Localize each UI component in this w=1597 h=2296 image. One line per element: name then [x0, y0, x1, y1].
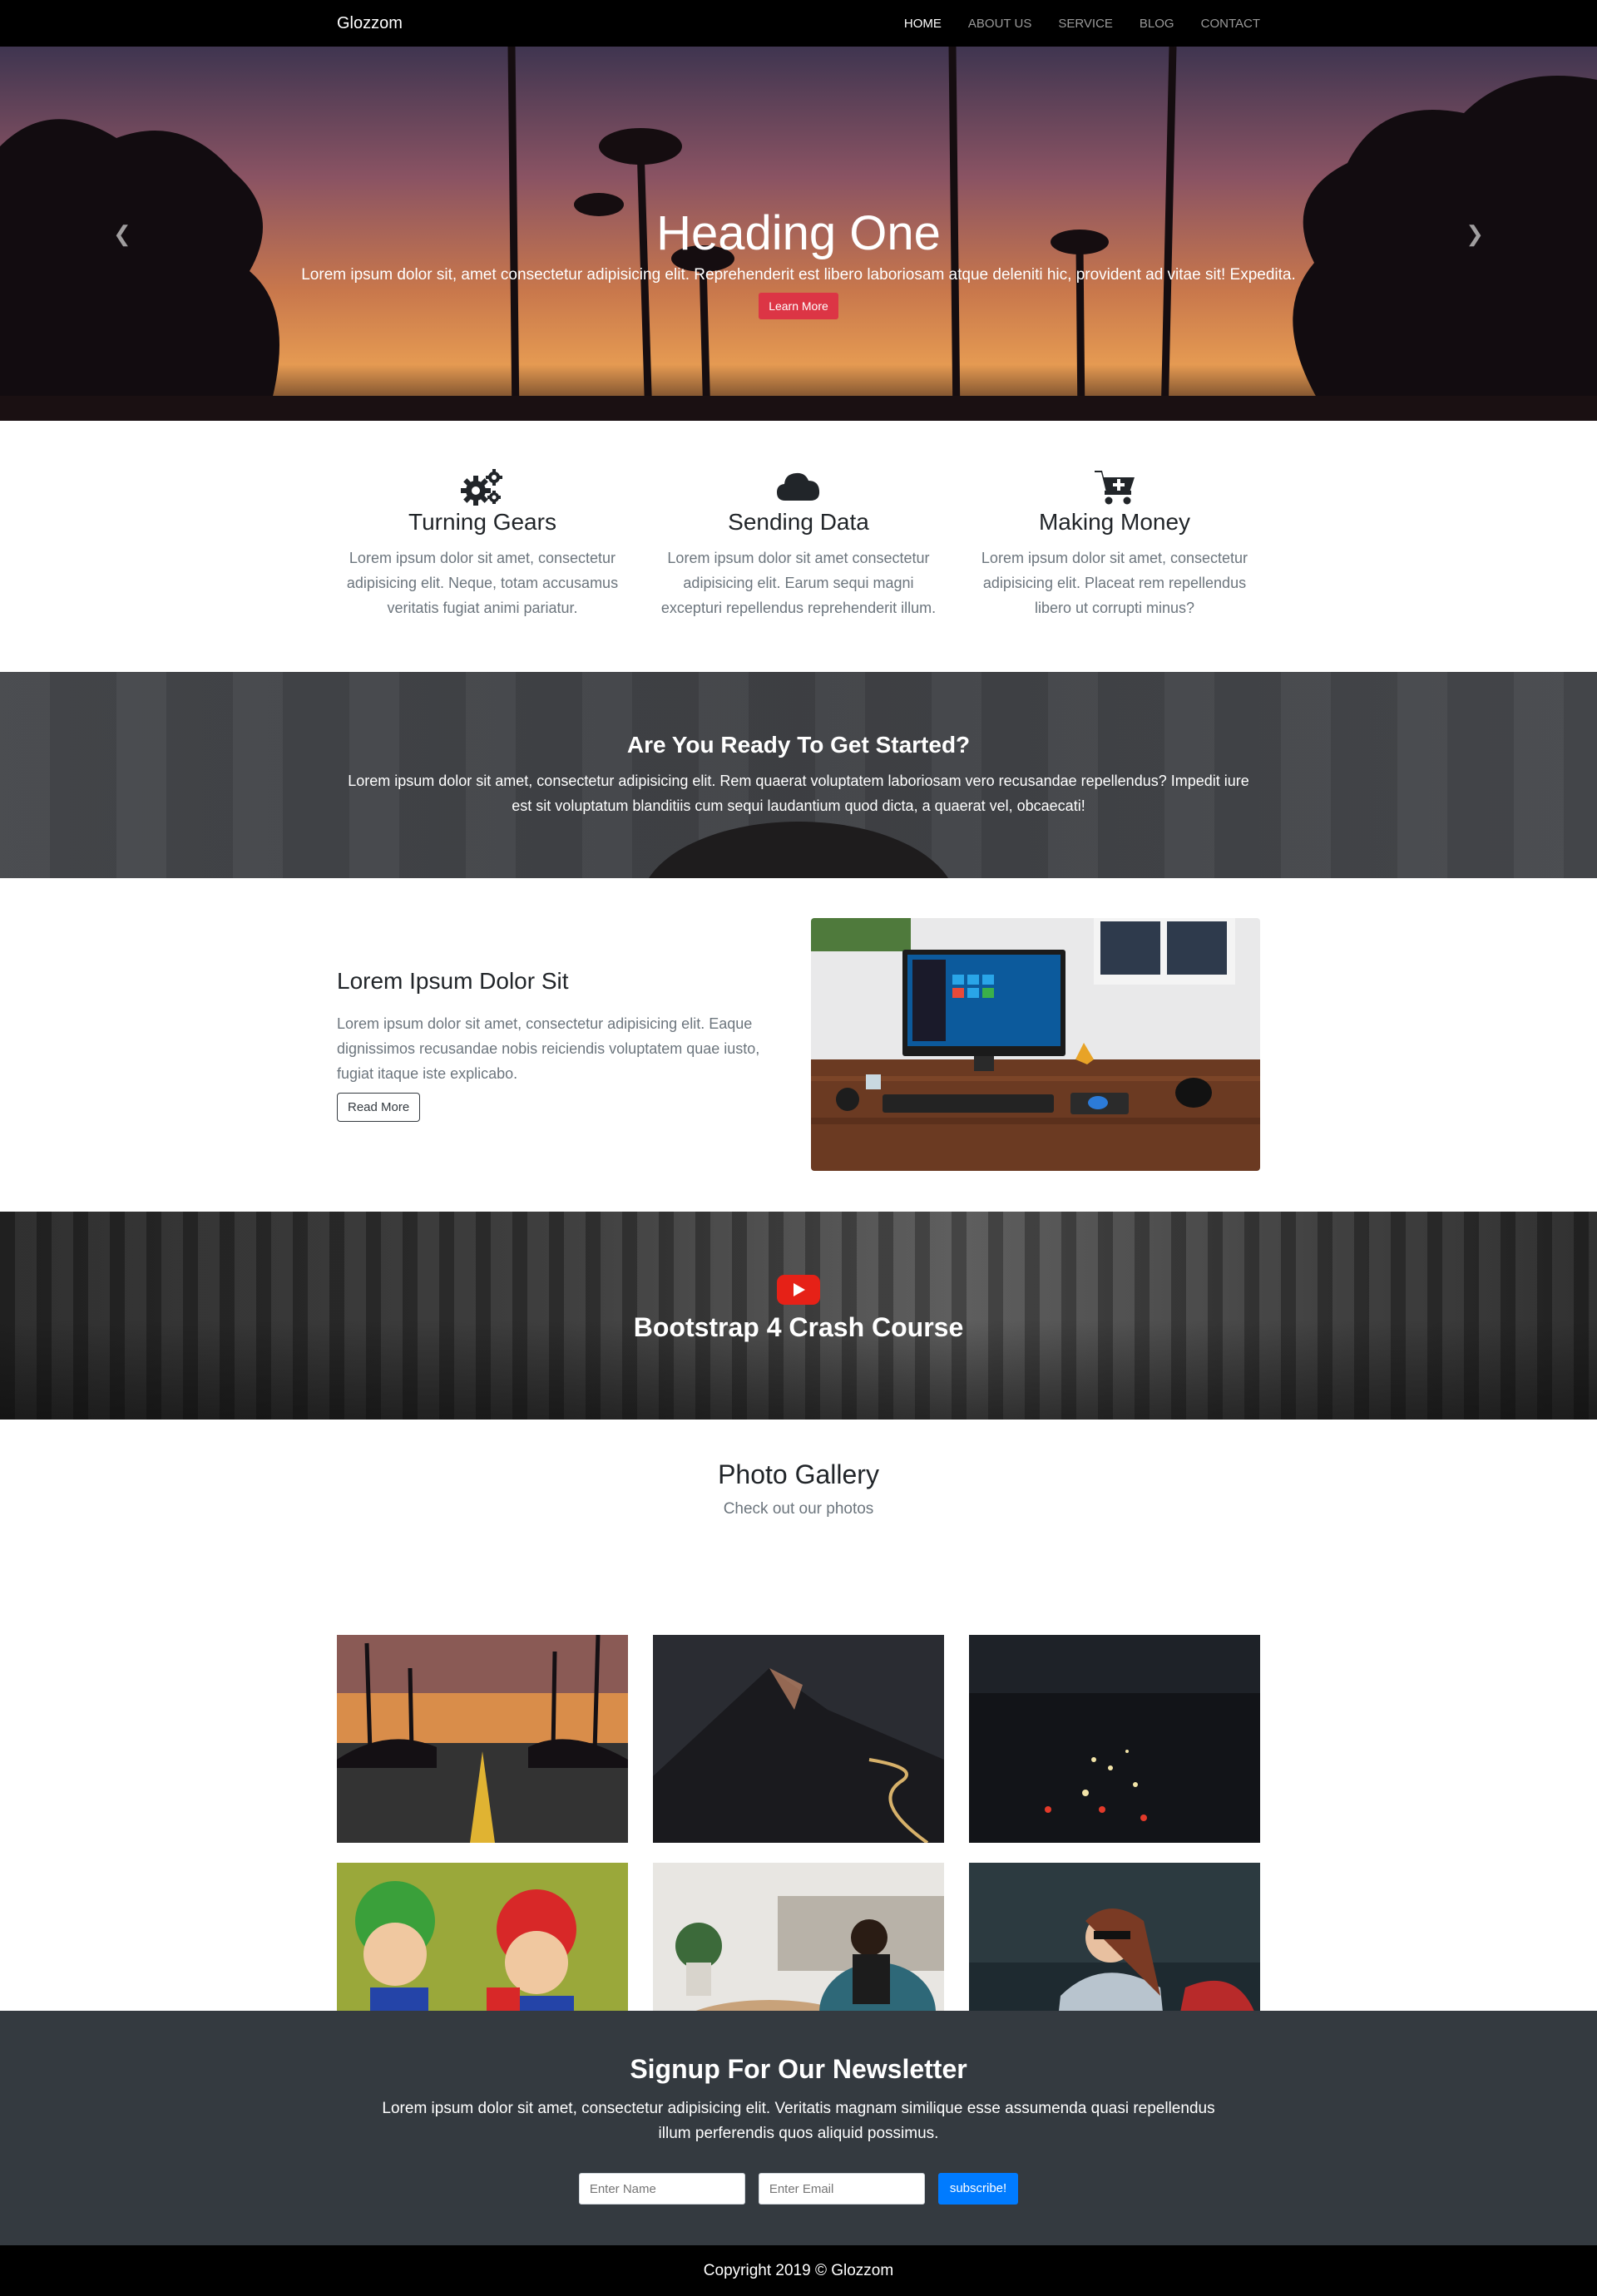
info-section: Lorem Ipsum Dolor Sit Lorem ipsum dolor …	[0, 878, 1597, 1212]
feature-title: Making Money	[1038, 509, 1191, 535]
nav-links: HOME ABOUT US SERVICE BLOG CONTACT	[904, 17, 1260, 31]
brand-logo[interactable]: Glozzom	[337, 14, 403, 33]
newsletter-form: subscribe!	[0, 2173, 1597, 2205]
gears-icon	[337, 467, 628, 509]
photo-gallery-section: Photo Gallery Check out our photos	[0, 1420, 1597, 2071]
video-title: Bootstrap 4 Crash Course	[633, 1312, 964, 1342]
get-started-text: Lorem ipsum dolor sit amet, consectetur …	[348, 773, 1249, 814]
carousel-caption: Heading One Lorem ipsum dolor sit, amet …	[0, 205, 1597, 319]
footer: Copyright 2019 © Glozzom	[0, 2245, 1597, 2296]
feature-text: Lorem ipsum dolor sit amet, consectetur …	[981, 550, 1248, 616]
youtube-play-icon[interactable]	[777, 1275, 820, 1305]
feature-sending-data: Sending Data Lorem ipsum dolor sit amet …	[653, 467, 944, 620]
feature-text: Lorem ipsum dolor sit amet, consectetur …	[346, 550, 619, 616]
subscribe-button[interactable]: subscribe!	[937, 2173, 1019, 2205]
navbar: Glozzom HOME ABOUT US SERVICE BLOG CONTA…	[0, 0, 1597, 47]
nav-contact[interactable]: CONTACT	[1201, 17, 1260, 31]
info-text-block: Lorem Ipsum Dolor Sit Lorem ipsum dolor …	[337, 968, 778, 1122]
get-started-title: Are You Ready To Get Started?	[626, 732, 971, 758]
video-section: Bootstrap 4 Crash Course	[0, 1212, 1597, 1420]
gallery-subtitle: Check out our photos	[723, 1500, 874, 1518]
learn-more-button[interactable]: Learn More	[759, 292, 838, 319]
copyright-text: Copyright 2019 © Glozzom	[703, 2262, 894, 2279]
gallery-image-road-sunset[interactable]	[337, 1635, 628, 1843]
info-text: Lorem ipsum dolor sit amet, consectetur …	[337, 1015, 760, 1082]
newsletter-text: Lorem ipsum dolor sit amet, consectetur …	[382, 2100, 1215, 2142]
hero-text: Lorem ipsum dolor sit, amet consectetur …	[301, 265, 1296, 284]
cart-plus-icon	[969, 467, 1260, 509]
read-more-button[interactable]: Read More	[337, 1093, 421, 1122]
nav-service[interactable]: SERVICE	[1058, 17, 1113, 31]
gallery-title: Photo Gallery	[718, 1459, 879, 1489]
feature-title: Turning Gears	[408, 509, 556, 535]
newsletter-title: Signup For Our Newsletter	[630, 2054, 967, 2084]
gallery-image-mountain-road[interactable]	[653, 1635, 944, 1843]
feature-text: Lorem ipsum dolor sit amet consectetur a…	[660, 550, 937, 616]
nav-home[interactable]: HOME	[904, 17, 942, 31]
email-input[interactable]	[758, 2173, 925, 2205]
feature-title: Sending Data	[728, 509, 869, 535]
feature-turning-gears: Turning Gears Lorem ipsum dolor sit amet…	[337, 467, 628, 620]
features-section: Turning Gears Lorem ipsum dolor sit amet…	[0, 421, 1597, 672]
cloud-icon	[653, 467, 944, 509]
gallery-grid	[337, 1635, 1260, 2071]
get-started-section: Are You Ready To Get Started? Lorem ipsu…	[0, 672, 1597, 878]
gallery-image-city-night[interactable]	[969, 1635, 1260, 1843]
hero-heading: Heading One	[656, 206, 941, 260]
desk-computer-image	[811, 918, 1260, 1171]
feature-making-money: Making Money Lorem ipsum dolor sit amet,…	[969, 467, 1260, 620]
info-title: Lorem Ipsum Dolor Sit	[337, 968, 569, 994]
name-input[interactable]	[578, 2173, 745, 2205]
hero-carousel: ❮ ❯ Heading One Lorem ipsum dolor sit, a…	[0, 47, 1597, 421]
nav-about[interactable]: ABOUT US	[968, 17, 1031, 31]
nav-blog[interactable]: BLOG	[1140, 17, 1174, 31]
newsletter-section: Signup For Our Newsletter Lorem ipsum do…	[0, 2011, 1597, 2245]
